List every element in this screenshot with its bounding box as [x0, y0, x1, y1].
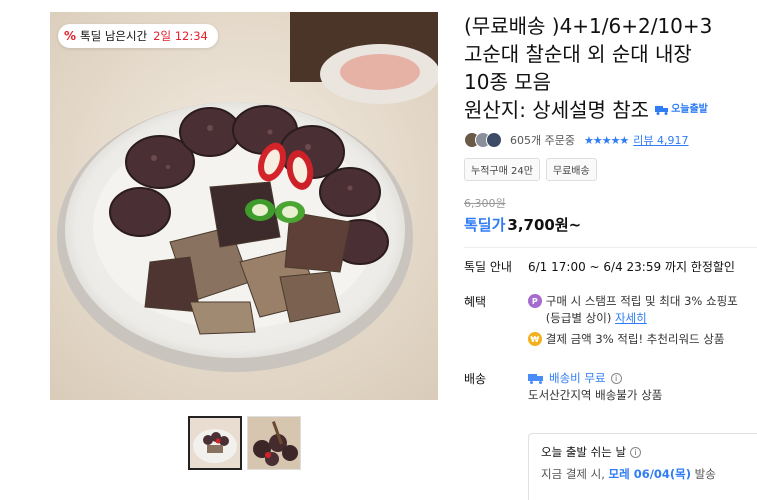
- shipping-body: 배송비 무료 i 도서산간지역 배송불가 상품: [528, 370, 662, 404]
- reward-benefit-text: 결제 금액 3% 적립! 추천리워드 상품: [545, 332, 725, 346]
- benefit-body: P 구매 시 스탬프 적립 및 최대 3% 쇼핑포 (등급별 상이) 자세히 ₩…: [527, 293, 757, 348]
- holiday-ship-date: 모레 06/04(목): [608, 467, 691, 481]
- thumbnail-2[interactable]: [247, 416, 301, 470]
- today-ship-badge: 오늘출발: [655, 96, 708, 124]
- review-count-link[interactable]: 리뷰 4,917: [633, 132, 688, 148]
- info-icon[interactable]: i: [630, 446, 642, 458]
- deal-price: 3,700원~: [507, 216, 582, 234]
- deal-price-label: 톡딜가: [464, 216, 506, 234]
- point-coin-icon: P: [527, 294, 542, 308]
- thumbnail-1[interactable]: [188, 416, 242, 470]
- holiday-title-row: 오늘 출발 쉬는 날 i: [541, 444, 755, 460]
- shipping-fee-line: 배송비 무료 i: [528, 370, 662, 387]
- tag-cumulative-purchase: 누적구매 24만: [464, 158, 540, 181]
- benefit-row: 혜택 P 구매 시 스탬프 적립 및 최대 3% 쇼핑포 (등급별 상이) 자세…: [464, 293, 757, 348]
- star-rating: ★★★★★: [583, 133, 629, 147]
- price-block: 6,300원 톡딜가 3,700원~: [464, 195, 757, 235]
- product-title-line: (무료배송 )4+1/6+2/10+3: [464, 14, 713, 38]
- holiday-note: 지금 결제 시, 모레 06/04(목) 발송: [541, 466, 755, 482]
- today-ship-label: 오늘출발: [671, 104, 708, 115]
- holiday-title: 오늘 출발 쉬는 날: [541, 445, 627, 459]
- holiday-notice-box: 오늘 출발 쉬는 날 i 지금 결제 시, 모레 06/04(목) 발송: [528, 433, 757, 500]
- stamp-benefit: P 구매 시 스탬프 적립 및 최대 3% 쇼핑포: [527, 293, 757, 310]
- buyer-avatars: [464, 132, 502, 148]
- reward-benefit: ₩ 결제 금액 3% 적립! 추천리워드 상품: [527, 331, 757, 348]
- product-info-panel: (무료배송 )4+1/6+2/10+3 고순대 찰순대 외 순대 내장 10종 …: [464, 12, 757, 404]
- delivery-truck-icon: [528, 374, 543, 384]
- timer-value: 2일 12:34: [153, 29, 208, 43]
- benefit-detail-link[interactable]: 자세히: [615, 311, 647, 325]
- shipping-key: 배송: [464, 372, 487, 386]
- shipping-row: 배송 배송비 무료 i 도서산간지역 배송불가 상품: [464, 370, 757, 404]
- info-icon[interactable]: i: [610, 373, 622, 384]
- shipping-note: 도서산간지역 배송불가 상품: [528, 388, 663, 402]
- shipping-fee: 배송비 무료: [549, 371, 606, 385]
- tag-free-shipping: 무료배송: [545, 158, 597, 181]
- stamp-benefit-text: 구매 시 스탬프 적립 및 최대 3% 쇼핑포: [545, 294, 738, 308]
- product-title: (무료배송 )4+1/6+2/10+3 고순대 찰순대 외 순대 내장 10종 …: [464, 12, 757, 124]
- product-title-line: 10종 모음: [464, 70, 552, 94]
- holiday-note-prefix: 지금 결제 시,: [541, 467, 605, 481]
- avatar: [486, 132, 502, 148]
- product-main-image[interactable]: % 톡딜 남은시간 2일 12:34: [50, 12, 438, 400]
- discount-percent-icon: %: [64, 29, 77, 43]
- holiday-note-suffix: 발송: [694, 467, 716, 481]
- divider: [464, 247, 757, 248]
- product-tags: 누적구매 24만 무료배송: [464, 158, 757, 181]
- sundae-plate-illustration: [50, 12, 438, 400]
- deal-period-key: 톡딜 안내: [464, 260, 512, 274]
- stamp-benefit-note: (등급별 상이): [545, 311, 612, 325]
- deal-period-row: 톡딜 안내 6/1 17:00 ~ 6/4 23:59 까지 한정할인: [464, 258, 757, 275]
- order-count: 605개 주문중: [510, 134, 575, 147]
- stamp-benefit-sub: (등급별 상이) 자세히: [528, 310, 757, 327]
- thumbnail-1-image: [190, 418, 240, 468]
- deal-price-row: 톡딜가 3,700원~: [464, 214, 757, 235]
- truck-icon: [655, 106, 669, 115]
- timer-label: 톡딜 남은시간: [80, 29, 148, 43]
- reward-coin-icon: ₩: [527, 332, 542, 346]
- thumbnail-2-image: [248, 417, 300, 469]
- origin-line: 원산지: 상세설명 참조 오늘출발: [464, 96, 757, 124]
- thumbnail-strip: [188, 416, 301, 470]
- review-summary: 605개 주문중 ★★★★★ 리뷰 4,917: [464, 132, 757, 148]
- product-title-line: 고순대 찰순대 외 순대 내장: [464, 42, 692, 66]
- origin-text: 원산지: 상세설명 참조: [464, 98, 650, 122]
- deal-period-value: 6/1 17:00 ~ 6/4 23:59 까지 한정할인: [528, 260, 735, 274]
- deal-timer-badge: % 톡딜 남은시간 2일 12:34: [58, 24, 218, 48]
- original-price: 6,300원: [464, 197, 506, 210]
- benefit-key: 혜택: [464, 295, 487, 309]
